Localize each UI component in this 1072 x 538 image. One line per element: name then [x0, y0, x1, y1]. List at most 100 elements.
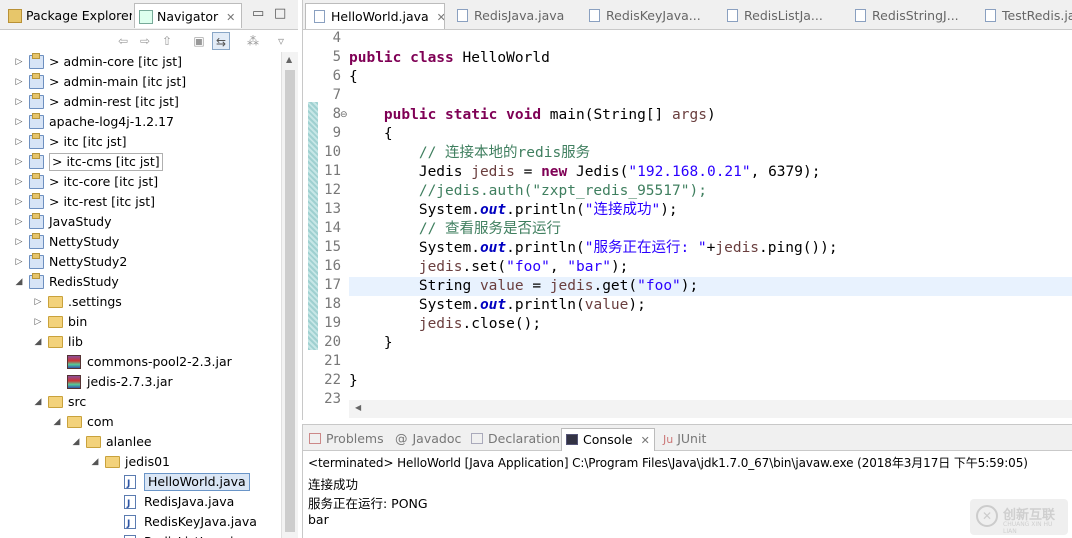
tab-package-explorer[interactable]: Package Explorer [4, 3, 132, 28]
code-line[interactable]: System.out.println("服务正在运行: "+jedis.ping… [349, 239, 1072, 258]
tab-redisjava-java[interactable]: RedisJava.java [449, 3, 577, 29]
expand-twisty-icon[interactable]: ▷ [33, 292, 43, 312]
view-menu-chevron-icon[interactable]: ▿ [272, 32, 290, 50]
tree-item[interactable]: ▷ .settings [0, 292, 281, 312]
tree-item[interactable]: ◢ src [0, 392, 281, 412]
tree-item[interactable]: ▷ > admin-rest [itc jst] [0, 92, 281, 112]
code-line[interactable]: public class HelloWorld [349, 49, 1072, 68]
back-arrow-icon[interactable]: ⇦ [114, 32, 132, 50]
tree-item[interactable]: ▷ > itc-cms [itc jst] [0, 152, 281, 172]
code-line[interactable]: jedis.set("foo", "bar"); [349, 258, 1072, 277]
console-output-line: 连接成功 [308, 477, 359, 492]
collapse-all-icon[interactable]: ▣ [190, 32, 208, 50]
collapse-twisty-icon[interactable]: ◢ [90, 452, 100, 472]
close-icon[interactable]: ✕ [641, 434, 650, 447]
code-line[interactable]: jedis.close(); [349, 315, 1072, 334]
tree-item[interactable]: ▷ > itc-rest [itc jst] [0, 192, 281, 212]
forward-arrow-icon[interactable]: ⇨ [136, 32, 154, 50]
tree-item[interactable]: HelloWorld.java [0, 472, 281, 494]
close-icon[interactable]: ✕ [437, 11, 444, 24]
tab-javadoc[interactable]: @ Javadoc [395, 428, 461, 451]
tree-item[interactable]: ▷ > admin-main [itc jst] [0, 72, 281, 92]
code-token: = [514, 164, 542, 180]
scroll-left-icon[interactable]: ◀ [355, 403, 361, 412]
code-line[interactable]: String value = jedis.get("foo"); [349, 277, 1072, 296]
tree-item[interactable]: ◢ jedis01 [0, 452, 281, 472]
collapse-twisty-icon[interactable]: ◢ [33, 392, 43, 412]
code-line[interactable]: // 连接本地的redis服务 [349, 144, 1072, 163]
expand-twisty-icon[interactable]: ▷ [33, 312, 43, 332]
tree-item[interactable]: ◢ com [0, 412, 281, 432]
collapse-twisty-icon[interactable]: ◢ [52, 412, 62, 432]
tree-item[interactable]: RedisKeyJava.java [0, 512, 281, 534]
tab-navigator[interactable]: Navigator ✕ [134, 3, 242, 28]
expand-twisty-icon[interactable]: ▷ [14, 192, 24, 212]
tab-testredis-java[interactable]: TestRedis.java [977, 3, 1072, 29]
tab-helloworld-java[interactable]: HelloWorld.java ✕ [305, 3, 445, 29]
code-line[interactable]: { [349, 68, 1072, 87]
collapse-twisty-icon[interactable]: ◢ [14, 272, 24, 292]
code-line[interactable] [349, 87, 1072, 106]
up-icon[interactable]: ⇧ [158, 32, 176, 50]
tree-item[interactable]: RedisListJava.java [0, 532, 281, 538]
code-area[interactable]: public class HelloWorld{ public static v… [349, 30, 1072, 400]
minimize-icon[interactable]: ▭ [252, 6, 264, 21]
tree-item[interactable]: ▷ JavaStudy [0, 212, 281, 232]
tree-item[interactable]: jedis-2.7.3.jar [0, 372, 281, 392]
expand-twisty-icon[interactable]: ▷ [14, 172, 24, 192]
tree-item[interactable]: ▷ > admin-core [itc jst] [0, 52, 281, 72]
tab-rediskeyjava[interactable]: RedisKeyJava... [581, 3, 715, 29]
tree-item[interactable]: ▷ > itc [itc jst] [0, 132, 281, 152]
expand-twisty-icon[interactable]: ▷ [14, 52, 24, 72]
tab-declaration[interactable]: Declaration [471, 428, 560, 451]
maximize-icon[interactable]: □ [274, 6, 286, 21]
tree-item[interactable]: ▷ NettyStudy2 [0, 252, 281, 272]
code-line[interactable]: //jedis.auth("zxpt_redis_95517"); [349, 182, 1072, 201]
package-explorer-icon [8, 9, 22, 23]
code-line[interactable] [349, 30, 1072, 49]
code-line[interactable]: System.out.println(value); [349, 296, 1072, 315]
scrollbar-thumb[interactable] [285, 70, 295, 532]
tree-item[interactable]: RedisJava.java [0, 492, 281, 514]
expand-twisty-icon[interactable]: ▷ [14, 252, 24, 272]
code-line[interactable]: } [349, 372, 1072, 391]
tree-item[interactable]: ◢ alanlee [0, 432, 281, 452]
tab-problems[interactable]: Problems [309, 428, 384, 451]
tree-item[interactable]: commons-pool2-2.3.jar [0, 352, 281, 372]
expand-twisty-icon[interactable]: ▷ [14, 232, 24, 252]
expand-twisty-icon[interactable]: ▷ [14, 72, 24, 92]
tab-redisstringjava[interactable]: RedisStringJ... [847, 3, 975, 29]
tree-item[interactable]: ▷ apache-log4j-1.2.17 [0, 112, 281, 132]
tree-item[interactable]: ▷ bin [0, 312, 281, 332]
tree-item[interactable]: ▷ > itc-core [itc jst] [0, 172, 281, 192]
code-line[interactable] [349, 391, 1072, 400]
code-line[interactable]: System.out.println("连接成功"); [349, 201, 1072, 220]
expand-twisty-icon[interactable]: ▷ [14, 132, 24, 152]
tree-item[interactable]: ▷ NettyStudy [0, 232, 281, 252]
expand-twisty-icon[interactable]: ▷ [14, 92, 24, 112]
collapse-twisty-icon[interactable]: ◢ [71, 432, 81, 452]
scroll-up-icon[interactable]: ▲ [286, 55, 292, 64]
code-line[interactable]: } [349, 334, 1072, 353]
code-line[interactable]: // 查看服务是否运行 [349, 220, 1072, 239]
code-line[interactable]: { [349, 125, 1072, 144]
code-line[interactable] [349, 353, 1072, 372]
link-with-editor-icon[interactable]: ⇆ [212, 32, 230, 50]
tab-console[interactable]: Console ✕ [561, 428, 655, 451]
tab-redislistjava[interactable]: RedisListJa... [719, 3, 845, 29]
collapse-twisty-icon[interactable]: ◢ [33, 332, 43, 352]
fold-toggle-icon[interactable]: ⊖ [340, 110, 348, 120]
tree-item[interactable]: ◢ RedisStudy [0, 272, 281, 292]
expand-twisty-icon[interactable]: ▷ [14, 112, 24, 132]
tab-junit[interactable]: Ju JUnit [663, 428, 706, 451]
expand-twisty-icon[interactable]: ▷ [14, 152, 24, 172]
code-line[interactable]: Jedis jedis = new Jedis("192.168.0.21", … [349, 163, 1072, 182]
tree-scrollbar[interactable]: ▲ [281, 52, 298, 538]
close-icon[interactable]: ✕ [226, 11, 235, 24]
tree-item[interactable]: ◢ lib [0, 332, 281, 352]
line-number: 6 [332, 68, 341, 84]
code-line[interactable]: public static void main(String[] args) [349, 106, 1072, 125]
editor-horizontal-scrollbar[interactable]: ◀ [349, 400, 1072, 418]
expand-twisty-icon[interactable]: ▷ [14, 212, 24, 232]
view-options-icon[interactable]: ⁂ [244, 32, 262, 50]
